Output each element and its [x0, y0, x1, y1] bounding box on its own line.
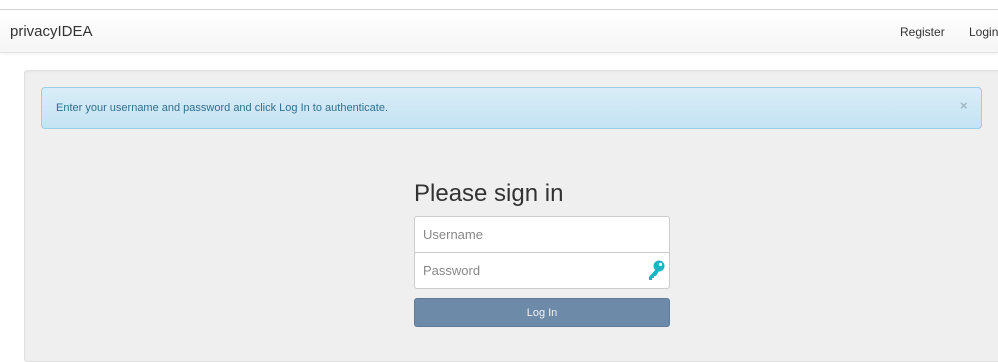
nav-register-link[interactable]: Register — [900, 25, 945, 39]
login-button[interactable]: Log In — [414, 298, 670, 327]
username-input[interactable] — [414, 216, 670, 253]
brand-link[interactable]: privacyIDEA — [10, 23, 93, 40]
key-icon — [649, 260, 665, 280]
navbar: privacyIDEA Register Login — [0, 10, 998, 53]
nav-login-link[interactable]: Login — [969, 25, 998, 39]
info-alert: Enter your username and password and cli… — [41, 87, 982, 129]
close-icon[interactable]: × — [960, 98, 968, 113]
password-input[interactable] — [414, 252, 670, 289]
alert-message: Enter your username and password and cli… — [56, 102, 389, 114]
signin-title: Please sign in — [414, 180, 564, 207]
